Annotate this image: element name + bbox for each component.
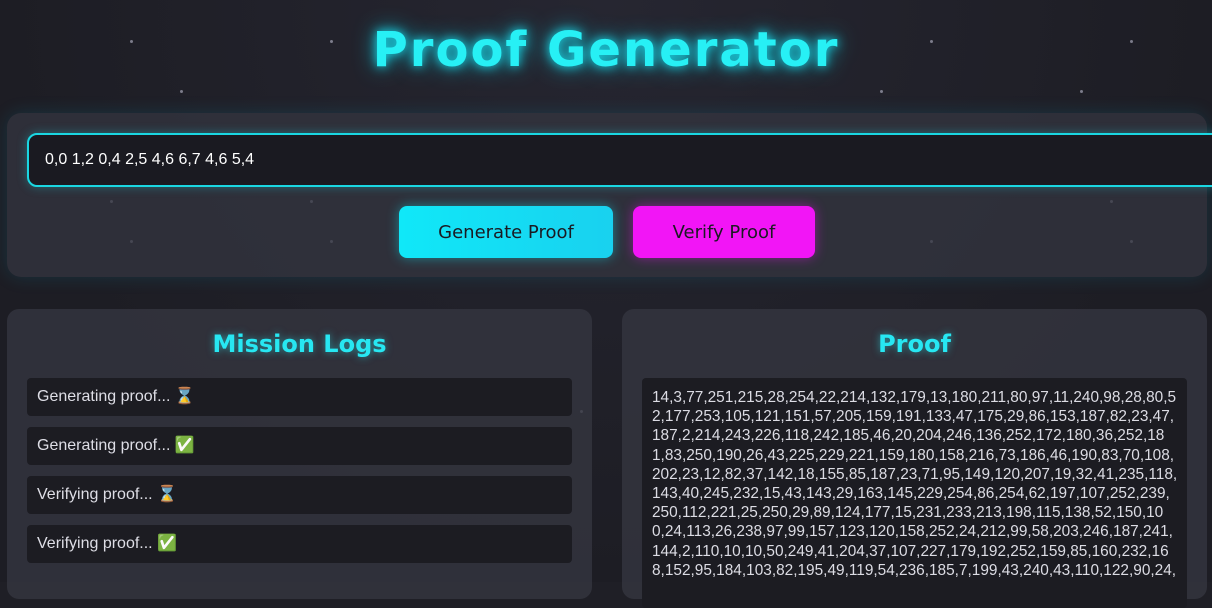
proof-line: 2,177,253,105,121,151,57,205,159,191,133…: [652, 408, 1175, 426]
proof-title: Proof: [878, 330, 951, 358]
proof-line: 202,23,12,82,37,142,18,155,85,187,23,71,…: [652, 465, 1178, 483]
log-item: Generating proof... ✅: [27, 427, 572, 465]
star: [880, 90, 883, 93]
proof-text: 14,3,77,251,215,28,254,22,214,132,179,13…: [652, 388, 1178, 580]
mission-logs-title: Mission Logs: [212, 330, 387, 358]
log-item: Verifying proof... ✅: [27, 525, 572, 563]
page-title: Proof Generator: [372, 22, 840, 78]
generate-proof-button[interactable]: Generate Proof: [399, 206, 613, 258]
star: [1080, 90, 1083, 93]
coordinates-input[interactable]: [29, 135, 1212, 185]
star: [180, 90, 183, 93]
proof-line: 8,152,95,184,103,82,195,49,119,54,236,18…: [652, 561, 1177, 579]
proof-line: 0,24,113,26,238,97,99,157,123,120,158,25…: [652, 523, 1173, 541]
proof-line: 14,3,77,251,215,28,254,22,214,132,179,13…: [652, 389, 1177, 406]
proof-line: 1,83,250,190,26,43,225,229,221,159,180,1…: [652, 446, 1175, 464]
coordinates-input-wrapper: [27, 133, 1212, 187]
proof-line: 250,112,221,25,250,29,89,124,177,15,231,…: [652, 504, 1164, 522]
log-item: Generating proof... ⌛: [27, 378, 572, 416]
proof-line: 143,40,245,232,15,43,143,29,163,145,229,…: [652, 485, 1170, 503]
proof-output: 14,3,77,251,215,28,254,22,214,132,179,13…: [642, 378, 1187, 608]
log-item: Verifying proof... ⌛: [27, 476, 572, 514]
verify-proof-button[interactable]: Verify Proof: [633, 206, 815, 258]
proof-line: 144,2,110,10,10,50,249,41,204,37,107,227…: [652, 542, 1169, 560]
proof-line: 187,2,214,243,226,118,242,185,46,20,204,…: [652, 427, 1165, 445]
